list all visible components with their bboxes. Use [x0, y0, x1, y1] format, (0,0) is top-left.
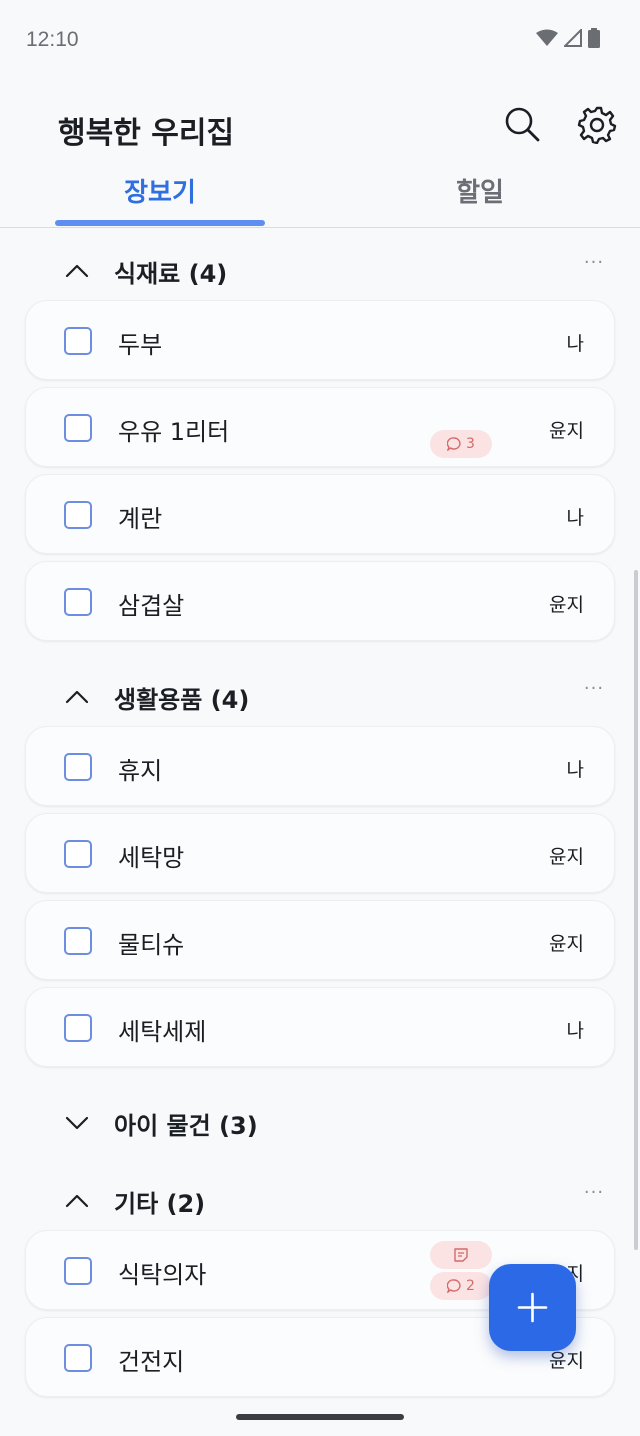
battery-icon [588, 28, 600, 48]
chevron-down-icon[interactable] [64, 1110, 90, 1136]
list-item[interactable]: 휴지 나 [25, 726, 615, 806]
section-header[interactable]: 생활용품 (4) ··· [0, 668, 640, 728]
item-assignee: 윤지 [549, 420, 584, 442]
more-options-button[interactable]: ··· [578, 678, 610, 708]
item-assignee: 윤지 [549, 846, 584, 868]
section-title: 생활용품 (4) [114, 686, 250, 714]
item-checkbox[interactable] [64, 588, 92, 616]
comment-icon [447, 1279, 461, 1293]
status-time: 12:10 [26, 28, 79, 51]
gear-icon[interactable] [577, 104, 617, 145]
wifi-icon [536, 29, 558, 46]
item-name: 휴지 [118, 757, 163, 785]
item-name: 우유 1리터 [118, 418, 230, 446]
status-bar: 12:10 [0, 0, 640, 84]
list-item[interactable]: 삼겹살 윤지 [25, 561, 615, 641]
chevron-up-icon[interactable] [64, 684, 90, 710]
item-name: 세탁세제 [118, 1018, 207, 1046]
list-item[interactable]: 계란 나 [25, 474, 615, 554]
item-name: 건전지 [118, 1348, 185, 1376]
list-item[interactable]: 세탁세제 나 [25, 987, 615, 1067]
section-header[interactable]: 식재료 (4) ··· [0, 242, 640, 302]
comment-icon [447, 437, 461, 451]
chevron-up-icon[interactable] [64, 258, 90, 284]
item-checkbox[interactable] [64, 753, 92, 781]
list-item[interactable]: 우유 1리터 3 윤지 [25, 387, 615, 467]
item-checkbox[interactable] [64, 327, 92, 355]
item-checkbox[interactable] [64, 501, 92, 529]
tab-todo[interactable]: 할일 [375, 172, 585, 222]
item-name: 세탁망 [118, 844, 185, 872]
note-icon [454, 1248, 468, 1262]
section-header[interactable]: 기타 (2) ··· [0, 1172, 640, 1232]
add-item-button[interactable] [489, 1264, 576, 1351]
item-checkbox[interactable] [64, 1257, 92, 1285]
section-title: 기타 (2) [114, 1190, 206, 1218]
more-options-button[interactable]: ··· [578, 1182, 610, 1212]
item-assignee: 나 [566, 759, 584, 781]
note-badge[interactable] [430, 1241, 492, 1269]
item-assignee: 윤지 [549, 594, 584, 616]
scrollbar[interactable] [634, 570, 638, 1250]
item-checkbox[interactable] [64, 1014, 92, 1042]
comment-count: 2 [466, 1278, 475, 1294]
tab-indicator [55, 220, 265, 226]
signal-icon [564, 29, 582, 47]
item-name: 두부 [118, 331, 163, 359]
tab-shopping[interactable]: 장보기 [55, 172, 265, 222]
search-icon[interactable] [502, 104, 542, 144]
chevron-up-icon[interactable] [64, 1188, 90, 1214]
item-name: 계란 [118, 505, 163, 533]
item-assignee: 나 [566, 1020, 584, 1042]
list-item[interactable]: 두부 나 [25, 300, 615, 380]
page-title: 행복한 우리집 [58, 116, 235, 151]
list-item[interactable]: 세탁망 윤지 [25, 813, 615, 893]
item-assignee: 나 [566, 333, 584, 355]
more-options-button[interactable]: ··· [578, 252, 610, 282]
plus-icon [517, 1292, 548, 1323]
tab-bar: 장보기 할일 [0, 168, 640, 228]
home-indicator[interactable] [236, 1414, 404, 1420]
comment-badge[interactable]: 2 [430, 1272, 492, 1300]
item-checkbox[interactable] [64, 927, 92, 955]
comment-count: 3 [466, 436, 475, 452]
item-assignee: 윤지 [549, 933, 584, 955]
list-item[interactable]: 물티슈 윤지 [25, 900, 615, 980]
app-header: 행복한 우리집 장보기 할일 [0, 84, 640, 228]
item-checkbox[interactable] [64, 840, 92, 868]
shopping-list[interactable]: 식재료 (4) ··· 두부 나 우유 1리터 3 윤지 계란 나 삼겹살 윤지… [0, 228, 640, 1400]
item-checkbox[interactable] [64, 1344, 92, 1372]
status-icons [536, 28, 600, 48]
item-name: 삼겹살 [118, 592, 185, 620]
item-name: 물티슈 [118, 931, 185, 959]
section-header[interactable]: 아이 물건 (3) [0, 1094, 640, 1154]
item-name: 식탁의자 [118, 1261, 207, 1289]
comment-badge[interactable]: 3 [430, 430, 492, 458]
section-title: 식재료 (4) [114, 260, 228, 288]
section-title: 아이 물건 (3) [114, 1112, 258, 1140]
item-checkbox[interactable] [64, 414, 92, 442]
item-assignee: 나 [566, 507, 584, 529]
